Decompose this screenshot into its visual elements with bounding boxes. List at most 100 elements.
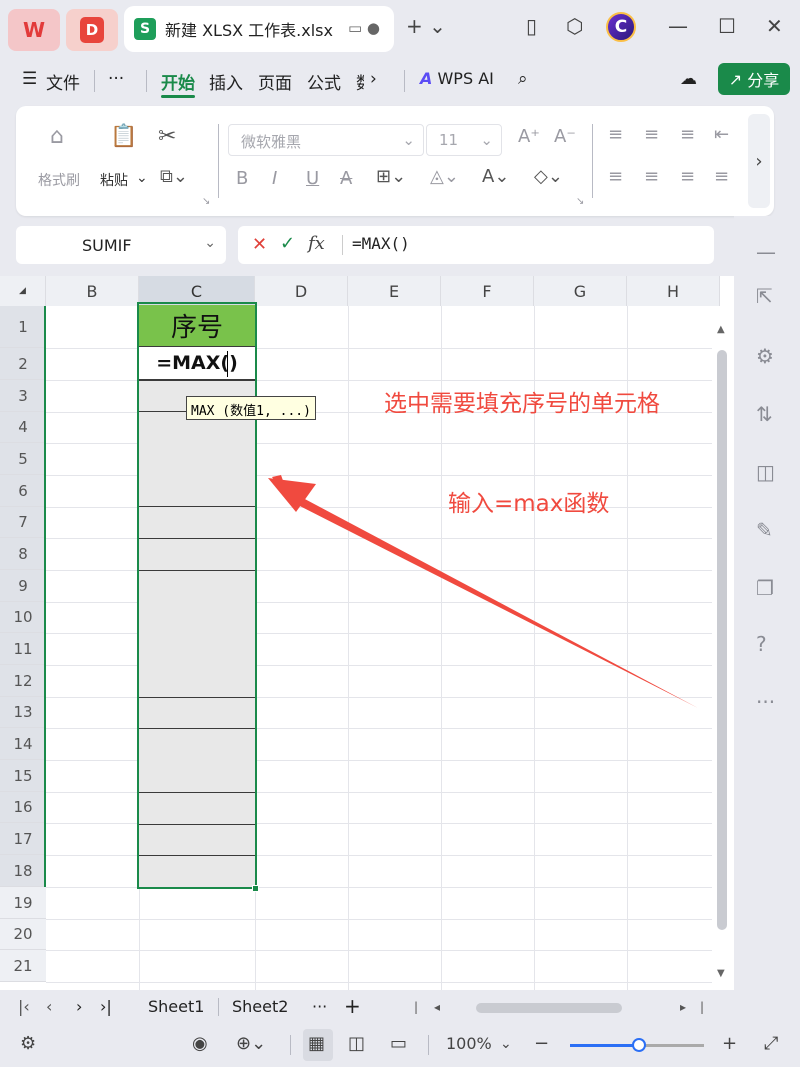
maximize-button[interactable]: ☐ — [718, 14, 736, 38]
scroll-down-icon[interactable]: ▼ — [717, 968, 725, 979]
search-icon[interactable]: ⌕ — [518, 69, 528, 89]
row-header[interactable]: 6 — [0, 475, 46, 507]
chart-icon[interactable]: ◫ — [756, 460, 775, 484]
scroll-right-icon[interactable]: ▸ — [680, 1000, 686, 1014]
column-header-g[interactable]: G — [534, 276, 627, 306]
cancel-formula-icon[interactable]: ✕ — [252, 234, 267, 255]
zoom-level[interactable]: 100% — [446, 1034, 492, 1053]
crosshair-icon[interactable]: ⊕⌄ — [236, 1033, 266, 1054]
font-name-select[interactable]: 微软雅黑 ⌄ — [228, 124, 424, 156]
format-painter-button[interactable]: 格式刷 — [38, 170, 80, 190]
tablet-mode-icon[interactable]: ▯ — [526, 14, 537, 38]
name-box[interactable]: SUMIF ⌄ — [16, 226, 226, 264]
tab-sheet1[interactable]: Sheet1 — [148, 997, 204, 1016]
row-header[interactable]: 11 — [0, 633, 46, 665]
align-middle-icon[interactable]: ≡ — [644, 124, 659, 145]
page-layout-view-icon[interactable]: ▭ — [390, 1033, 407, 1054]
row-header[interactable]: 19 — [0, 887, 46, 919]
more-icon[interactable]: ··· — [756, 690, 775, 714]
document-tab[interactable]: S 新建 XLSX 工作表.xlsx ▭ ● — [124, 6, 394, 52]
pdf-app-button[interactable]: D — [66, 9, 118, 51]
row-header[interactable]: 5 — [0, 443, 46, 475]
font-size-select[interactable]: 11 ⌄ — [426, 124, 502, 156]
row-header[interactable]: 2 — [0, 348, 46, 380]
row-header[interactable]: 20 — [0, 919, 46, 950]
menu-data[interactable]: 数 — [356, 69, 364, 94]
formula-bar[interactable]: ✕ ✓ fx =MAX() — [238, 226, 714, 264]
row-header[interactable]: 1 — [0, 306, 46, 348]
underline-icon[interactable]: U — [306, 168, 319, 189]
formula-input[interactable]: =MAX() — [352, 234, 410, 253]
column-header-h[interactable]: H — [627, 276, 720, 306]
decrease-font-icon[interactable]: A⁻ — [554, 126, 576, 147]
font-expand-icon[interactable]: ↘ — [576, 196, 584, 207]
menu-insert[interactable]: 插入 — [209, 69, 243, 94]
row-header[interactable]: 16 — [0, 792, 46, 823]
column-header-b[interactable]: B — [46, 276, 139, 306]
row-header[interactable]: 12 — [0, 665, 46, 697]
align-top-icon[interactable]: ≡ — [608, 124, 623, 145]
first-sheet-icon[interactable]: |‹ — [18, 997, 30, 1016]
add-sheet-button[interactable]: + — [344, 994, 361, 1018]
scroll-up-icon[interactable]: ▲ — [717, 324, 725, 335]
align-bottom-icon[interactable]: ≡ — [680, 124, 695, 145]
strikethrough-icon[interactable]: A — [340, 168, 352, 189]
align-center-icon[interactable]: ≡ — [644, 166, 659, 187]
zoom-slider-knob[interactable] — [632, 1038, 646, 1052]
menu-formula[interactable]: 公式 — [307, 69, 341, 94]
wps-logo-button[interactable]: W — [8, 9, 60, 51]
share-button[interactable]: ↗ 分享 — [718, 63, 790, 95]
align-left-icon[interactable]: ≡ — [608, 166, 623, 187]
select-all-corner[interactable]: ◢ — [0, 276, 46, 306]
transfer-icon[interactable]: ⇅ — [756, 402, 773, 426]
select-cursor-icon[interactable]: ⇱ — [756, 284, 773, 308]
italic-icon[interactable]: I — [272, 168, 277, 189]
function-tooltip[interactable]: MAX (数值1, ...) — [186, 396, 316, 420]
row-header[interactable]: 15 — [0, 760, 46, 792]
row-header[interactable]: 7 — [0, 507, 46, 538]
vertical-scrollbar[interactable]: ▲ ▼ — [712, 306, 732, 990]
zoom-dropdown-icon[interactable]: ⌄ — [500, 1036, 512, 1052]
help-icon[interactable]: ? — [756, 632, 767, 656]
confirm-formula-icon[interactable]: ✓ — [280, 233, 295, 254]
more-sheets-icon[interactable]: ··· — [312, 997, 327, 1016]
eraser-icon[interactable]: ◇⌄ — [534, 166, 563, 187]
increase-font-icon[interactable]: A⁺ — [518, 126, 540, 147]
row-header[interactable]: 3 — [0, 380, 46, 412]
tools-icon[interactable]: ✎ — [756, 518, 773, 542]
ribbon-scroll-right-icon[interactable]: › — [748, 114, 770, 208]
document-settings-icon[interactable]: ⚙ — [20, 1033, 36, 1054]
zoom-out-button[interactable]: − — [534, 1033, 549, 1054]
last-sheet-icon[interactable]: ›| — [100, 997, 112, 1016]
cut-icon[interactable]: ✂ — [158, 124, 176, 149]
next-sheet-icon[interactable]: › — [76, 997, 82, 1016]
horizontal-scrollbar-thumb[interactable] — [476, 1003, 622, 1013]
column-header-d[interactable]: D — [255, 276, 348, 306]
insert-function-icon[interactable]: fx — [308, 233, 325, 254]
chevron-down-icon[interactable]: ⌄ — [204, 235, 216, 251]
zoom-in-button[interactable]: + — [722, 1033, 737, 1054]
tab-options-icon[interactable]: ▭ ● — [348, 19, 380, 37]
paste-dropdown-icon[interactable]: ⌄ — [136, 170, 148, 186]
menu-hamburger-icon[interactable]: ☰ — [22, 69, 37, 89]
column-header-f[interactable]: F — [441, 276, 534, 306]
fill-color-icon[interactable]: ◬⌄ — [430, 166, 459, 187]
prev-sheet-icon[interactable]: ‹ — [46, 997, 52, 1016]
row-header[interactable]: 8 — [0, 538, 46, 570]
settings-sliders-icon[interactable]: ⚙ — [756, 344, 774, 368]
row-header[interactable]: 4 — [0, 412, 46, 443]
row-header[interactable]: 21 — [0, 950, 46, 982]
tab-sheet2[interactable]: Sheet2 — [232, 997, 288, 1016]
wps-ai-button[interactable]: A WPS AI — [420, 69, 494, 88]
align-right-icon[interactable]: ≡ — [680, 166, 695, 187]
row-header[interactable]: 13 — [0, 697, 46, 728]
collapse-icon[interactable]: — — [756, 240, 776, 264]
menu-page[interactable]: 页面 — [258, 69, 292, 94]
avatar[interactable]: C — [606, 12, 636, 42]
border-icon[interactable]: ⊞⌄ — [376, 166, 406, 187]
indent-icon[interactable]: ⇤ — [714, 124, 729, 145]
paste-button[interactable]: 粘贴 — [100, 170, 128, 190]
menu-file[interactable]: 文件 — [46, 69, 80, 94]
menu-home[interactable]: 开始 — [161, 69, 195, 94]
row-header[interactable]: 10 — [0, 602, 46, 633]
